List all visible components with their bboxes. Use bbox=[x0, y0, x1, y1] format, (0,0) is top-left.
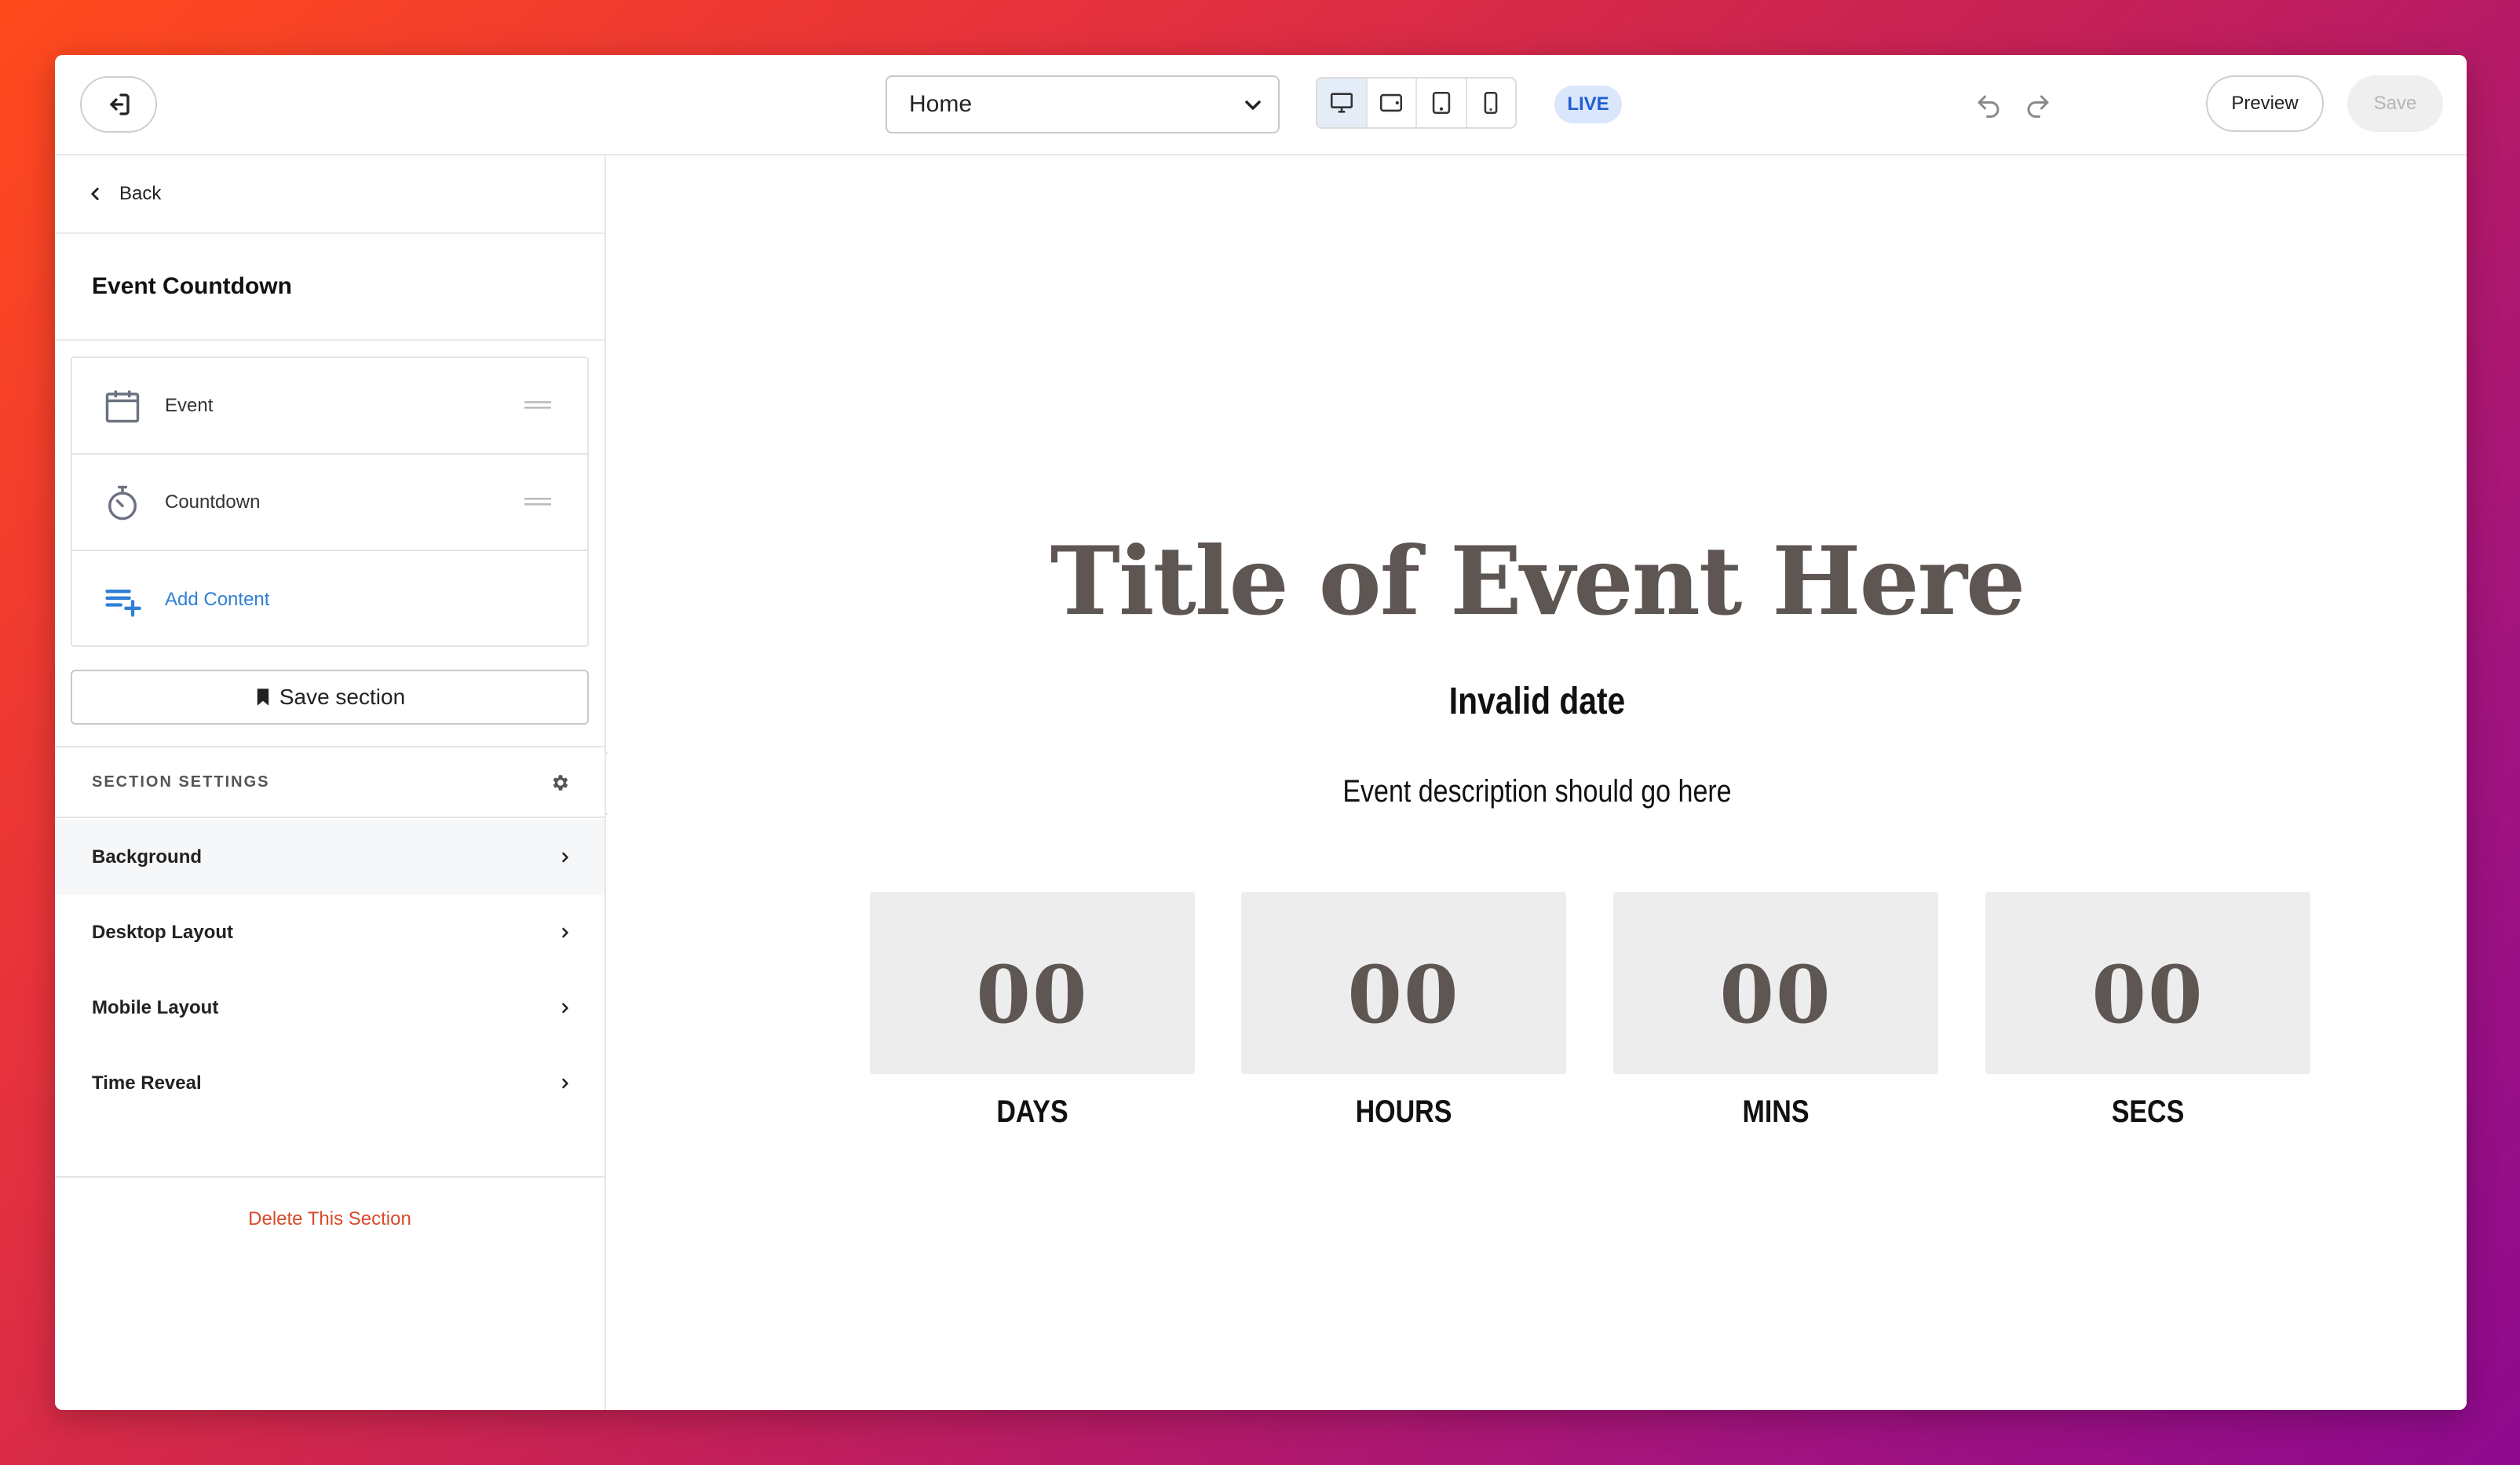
mobile-view-button[interactable] bbox=[1467, 79, 1516, 127]
tablet-icon bbox=[1432, 91, 1450, 115]
content-blocks-list: Event Countdown Add Content bbox=[71, 356, 589, 647]
redo-icon bbox=[2027, 95, 2049, 118]
device-switcher bbox=[1316, 77, 1517, 129]
setting-label: Time Reveal bbox=[92, 1072, 202, 1094]
countdown-secs-value: 00 bbox=[1985, 892, 2310, 1074]
content-item-label: Countdown bbox=[165, 491, 261, 513]
setting-background[interactable]: Background bbox=[55, 820, 604, 895]
chevron-down-icon bbox=[1245, 100, 1261, 110]
section-settings-header: SECTION SETTINGS bbox=[55, 746, 604, 818]
tablet-view-button[interactable] bbox=[1417, 79, 1467, 127]
event-title: Title of Event Here bbox=[1050, 526, 2026, 637]
preview-button[interactable]: Preview bbox=[2206, 75, 2324, 132]
exit-icon bbox=[110, 93, 130, 115]
content-item-event[interactable]: Event bbox=[72, 358, 587, 455]
countdown-mins-label: MINS bbox=[1742, 1094, 1810, 1129]
setting-time-reveal[interactable]: Time Reveal bbox=[55, 1046, 604, 1121]
sidebar-divider bbox=[55, 1176, 604, 1178]
countdown-days-label: DAYS bbox=[996, 1094, 1068, 1129]
section-title: Event Countdown bbox=[55, 234, 604, 341]
chevron-right-icon bbox=[562, 1003, 568, 1014]
save-section-button[interactable]: Save section bbox=[71, 670, 589, 725]
chevron-left-icon bbox=[91, 188, 99, 200]
exit-editor-button[interactable] bbox=[80, 76, 157, 133]
undo-icon bbox=[1978, 95, 2000, 118]
tablet-landscape-icon bbox=[1380, 93, 1403, 112]
page-select-value: Home bbox=[909, 91, 973, 117]
chevron-right-icon bbox=[562, 1078, 568, 1089]
countdown-hours-value: 00 bbox=[1241, 892, 1566, 1074]
back-label: Back bbox=[119, 183, 162, 204]
setting-mobile-layout[interactable]: Mobile Layout bbox=[55, 970, 604, 1046]
countdown-secs-label: SECS bbox=[2111, 1094, 2185, 1129]
desktop-icon bbox=[1330, 93, 1353, 113]
event-description: Event description should go here bbox=[1342, 774, 1732, 809]
drag-handle-icon[interactable] bbox=[524, 399, 551, 411]
settings-header-label: SECTION SETTINGS bbox=[92, 773, 270, 791]
preview-canvas[interactable]: Title of Event Here Invalid date Event d… bbox=[608, 155, 2467, 1410]
chevron-right-icon bbox=[562, 852, 568, 863]
setting-label: Background bbox=[92, 846, 203, 868]
setting-desktop-layout[interactable]: Desktop Layout bbox=[55, 895, 604, 970]
stopwatch-icon bbox=[108, 485, 137, 520]
setting-label: Mobile Layout bbox=[92, 997, 219, 1018]
editor-sidebar: Back Event Countdown Event Countdown Add… bbox=[55, 155, 606, 1410]
setting-label: Desktop Layout bbox=[92, 922, 234, 943]
content-item-label: Event bbox=[165, 394, 214, 416]
gear-icon[interactable] bbox=[550, 773, 570, 793]
desktop-view-button[interactable] bbox=[1317, 79, 1368, 127]
top-toolbar: Home LIVE Preview Save bbox=[55, 55, 2467, 155]
playlist-add-icon bbox=[105, 589, 141, 617]
save-button[interactable]: Save bbox=[2347, 75, 2443, 132]
content-item-countdown[interactable]: Countdown bbox=[72, 455, 587, 551]
editor-window: Home LIVE Preview Save Back Event Countd… bbox=[55, 55, 2467, 1410]
add-content-label: Add Content bbox=[165, 588, 270, 610]
mobile-icon bbox=[1484, 91, 1498, 115]
page-select[interactable]: Home bbox=[886, 75, 1280, 133]
back-button[interactable]: Back bbox=[55, 155, 604, 234]
countdown-hours-label: HOURS bbox=[1355, 1094, 1452, 1129]
bookmark-icon bbox=[257, 689, 269, 706]
redo-button[interactable] bbox=[2020, 88, 2056, 124]
laptop-view-button[interactable] bbox=[1368, 79, 1417, 127]
live-status-badge: LIVE bbox=[1554, 86, 1622, 123]
save-section-label: Save section bbox=[279, 685, 406, 709]
delete-section-button[interactable]: Delete This Section bbox=[55, 1200, 604, 1239]
calendar-icon bbox=[105, 390, 140, 422]
drag-handle-icon[interactable] bbox=[524, 495, 551, 508]
countdown-mins-value: 00 bbox=[1613, 892, 1938, 1074]
countdown-days-value: 00 bbox=[870, 892, 1195, 1074]
chevron-right-icon bbox=[562, 927, 568, 938]
event-date: Invalid date bbox=[1448, 681, 1626, 722]
undo-button[interactable] bbox=[1970, 88, 2007, 124]
add-content-button[interactable]: Add Content bbox=[72, 551, 587, 648]
